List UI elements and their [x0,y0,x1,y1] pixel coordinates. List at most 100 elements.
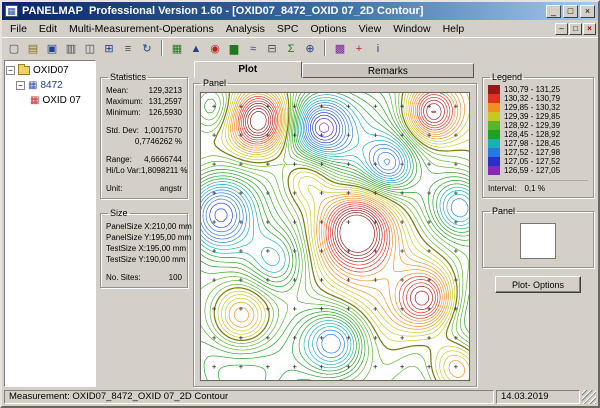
save-icon[interactable]: ▣ [43,40,61,57]
tree-expand-icon[interactable]: − [16,81,25,90]
legend-swatch [488,157,500,166]
line-chart-icon[interactable]: ≈ [244,40,262,57]
tab-remarks[interactable]: Remarks [301,63,475,78]
legend-swatch [488,130,500,139]
toolbar-separator [161,40,163,56]
legend-row: 127,05 - 127,52 [488,157,588,166]
menu-edit[interactable]: Edit [33,22,63,36]
minimize-button[interactable]: _ [546,4,561,18]
spc-chart-icon[interactable]: Σ [282,40,300,57]
tree-expand-icon[interactable]: − [6,66,15,75]
legend-group-title: Legend [492,72,523,82]
child-close-button[interactable]: × [583,22,596,35]
plot-panel-title: Panel [203,78,227,88]
legend-row: 128,92 - 129,39 [488,121,588,130]
size-row-testsize-y: TestSize Y: 190,00 mm [106,255,186,264]
window-cascade-icon[interactable]: ⊞ [100,40,118,57]
legend-row: 129,85 - 130,32 [488,103,588,112]
menu-help[interactable]: Help [437,22,471,36]
new-document-icon[interactable]: ▢ [5,40,23,57]
size-group: Size PanelSize X: 210,00 mm PanelSize Y: 1… [100,208,192,288]
panel-grid-icon: ▦ [28,79,38,91]
tab-plot[interactable]: Plot [194,61,302,78]
folder-icon [18,64,30,75]
legend-interval: Interval: 0,1 % [488,180,588,193]
maximize-button[interactable]: □ [563,4,578,18]
menu-multi-measurement-operations[interactable]: Multi-Measurement-Operations [63,22,220,36]
stat-row-mean: Mean: 129,3213 [106,86,182,95]
tree-item-label: OXID 07 [42,95,81,106]
legend-swatch [488,112,500,121]
legend-swatch [488,85,500,94]
legend-row: 129,39 - 129,85 [488,112,588,121]
right-column: Legend 130,79 - 131,25 130,32 - 130,79 1… [482,61,594,387]
title-bar[interactable]: ▦ PANELMAP Professional Version 1.60 - [… [2,2,598,20]
plot-3d-icon[interactable]: ▲ [187,40,205,57]
legend-swatch [488,121,500,130]
legend-swatch [488,148,500,157]
stat-row-range: Range: 4,6666744 [106,155,182,164]
status-measurement: Measurement: OXID07_8472_OXID 07_2D Cont… [4,390,494,404]
menu-bar: File Edit Multi-Measurement-Operations A… [2,20,598,37]
plot-panel-group: Panel [193,78,477,387]
app-window: ▦ PANELMAP Professional Version 1.60 - [… [0,0,600,408]
menu-analysis[interactable]: Analysis [220,22,271,36]
tree-item-8472[interactable]: − ▦ 8472 [6,78,94,93]
statistics-group-title: Statistics [110,72,147,82]
panel-outline [520,223,556,259]
legend-row: 127,98 - 128,45 [488,139,588,148]
stat-row-minimum: Minimum: 126,5930 [106,108,182,117]
size-group-title: Size [110,208,128,218]
legend-swatch [488,166,500,175]
plot-2d-icon[interactable]: ▦ [168,40,186,57]
tab-area: Plot Remarks Panel [193,61,477,387]
color-legend-icon[interactable]: ▩ [331,40,349,57]
copy-icon[interactable]: ◫ [81,40,99,57]
menu-file[interactable]: File [4,22,33,36]
client-area: − OXID07 − ▦ 8472 ▦ OXID 07 Statistics M… [2,58,598,389]
contour-plot-svg [199,91,471,382]
legend-row: 127,52 - 127,98 [488,148,588,157]
toolbar-separator [324,40,326,56]
menu-window[interactable]: Window [387,22,436,36]
data-table-icon[interactable]: ⊟ [263,40,281,57]
stats-column: Statistics Mean: 129,3213 Maximum: 131,259… [100,61,192,387]
legend-row: 126,59 - 127,05 [488,166,588,175]
stat-row-maximum: Maximum: 131,2597 [106,97,182,106]
info-icon[interactable]: i [369,40,387,57]
sites-icon[interactable]: + [350,40,368,57]
size-row-panelsize-y: PanelSize Y: 195,00 mm [106,233,192,242]
histogram-icon[interactable]: ▆ [225,40,243,57]
child-minimize-button[interactable]: – [555,22,568,35]
close-button[interactable]: × [580,4,595,18]
main-area: Statistics Mean: 129,3213 Maximum: 131,259… [98,58,598,389]
tree-view-icon[interactable]: ≡ [119,40,137,57]
status-bar: Measurement: OXID07_8472_OXID 07_2D Cont… [2,389,598,406]
app-icon: ▦ [5,5,18,17]
child-restore-button[interactable]: □ [569,22,582,35]
tree-item-oxid07[interactable]: − OXID07 [6,63,94,78]
refresh-icon[interactable]: ↻ [138,40,156,57]
statistics-group: Statistics Mean: 129,3213 Maximum: 131,259… [100,72,188,199]
panel-preview-title: Panel [492,206,516,216]
stat-row-hilovar: Hi/Lo Var: 1,8098211 % [106,166,188,175]
toolbar: ▢ ▤ ▣ ▥ ◫ ⊞ ≡ ↻ ▦ ▲ ◉ ▆ ≈ ⊟ Σ ⊕ ▩ + i [2,37,598,58]
panel-preview-group: Panel [482,206,594,268]
window-title-rest: Professional Version 1.60 - [OXID07_8472… [89,5,424,17]
menu-options[interactable]: Options [304,22,352,36]
legend-row: 130,32 - 130,79 [488,94,588,103]
resize-grip[interactable] [582,390,596,404]
tree-item-oxid-07[interactable]: ▦ OXID 07 [6,93,94,108]
menu-view[interactable]: View [353,22,388,36]
menu-spc[interactable]: SPC [271,22,305,36]
status-date: 14.03.2019 [496,390,580,404]
print-icon[interactable]: ▥ [62,40,80,57]
window-title: PANELMAP Professional Version 1.60 - [OX… [22,5,542,17]
plot-options-button[interactable]: Plot- Options [495,276,581,293]
legend-swatch [488,103,500,112]
contour-plot-icon[interactable]: ◉ [206,40,224,57]
zoom-in-icon[interactable]: ⊕ [301,40,319,57]
open-panel-icon[interactable]: ▤ [24,40,42,57]
contour-plot[interactable] [199,91,471,382]
tab-strip: Plot Remarks [193,61,477,78]
